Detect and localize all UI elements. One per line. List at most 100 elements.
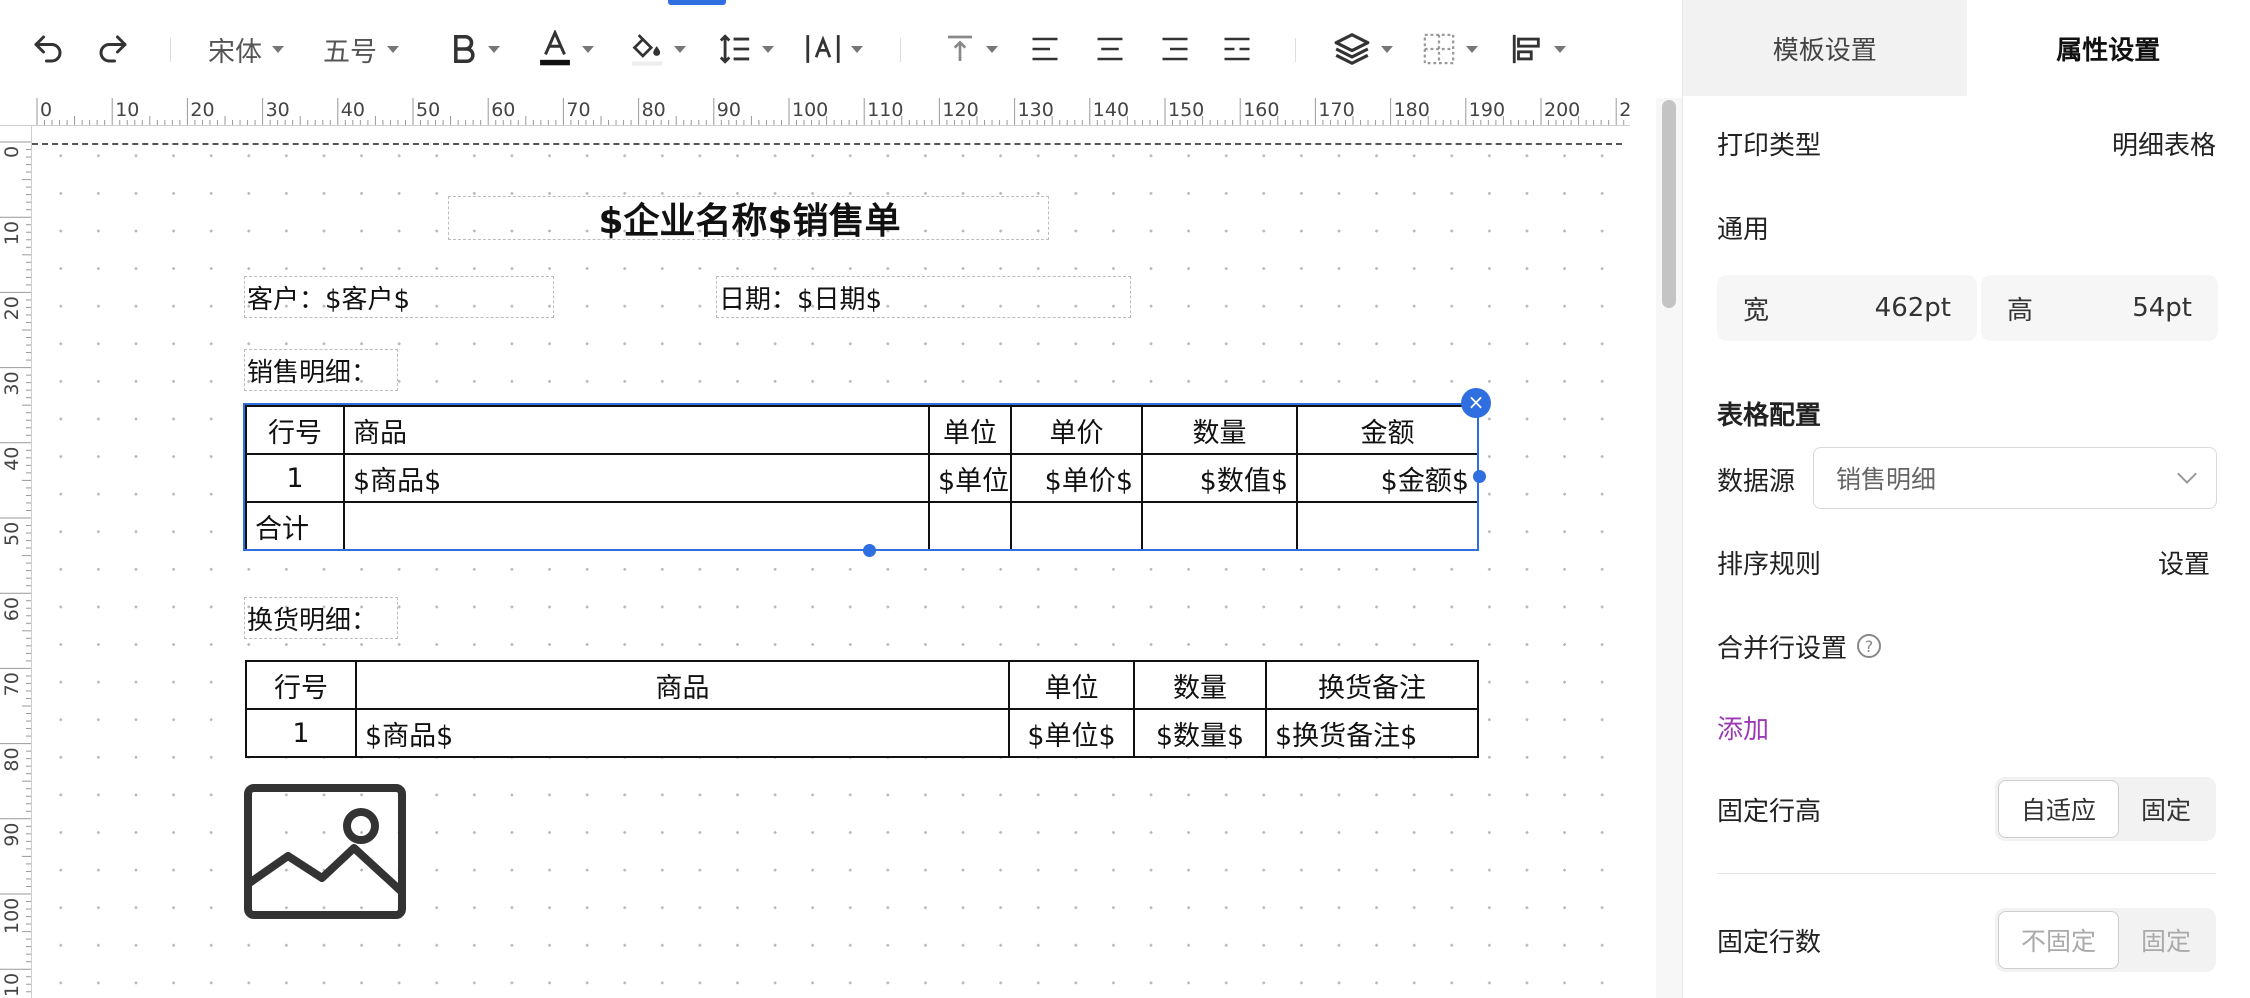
table-cell[interactable]: 1 bbox=[245, 453, 345, 503]
ruler-label: 90 bbox=[717, 99, 741, 121]
sort-rule-row: 排序规则 设置 bbox=[1717, 543, 2210, 581]
undo-icon bbox=[34, 35, 62, 63]
table-cell[interactable]: 1 bbox=[245, 708, 357, 758]
paint-bucket-icon bbox=[631, 34, 663, 66]
align-justify-button[interactable] bbox=[1222, 26, 1252, 72]
exchange-detail-table[interactable]: 行号 商品 单位 数量 换货备注 1 $商品$ $单位$ $数量$ $换货备注$ bbox=[245, 660, 1479, 758]
table-cell[interactable]: $单位$ bbox=[1008, 708, 1135, 758]
doc-title-field[interactable]: $企业名称$销售单 bbox=[448, 196, 1049, 242]
ruler-label: 110 bbox=[1, 973, 23, 998]
row-height-auto-option[interactable]: 自适应 bbox=[1998, 780, 2120, 838]
general-section-label: 通用 bbox=[1717, 214, 1770, 245]
canvas-scrollbar[interactable] bbox=[1656, 98, 1682, 998]
table-cell[interactable]: $单位$ bbox=[928, 453, 1012, 503]
ruler-label: 160 bbox=[1243, 99, 1279, 121]
design-canvas[interactable]: $企业名称$销售单 客户：$客户$ 日期：$日期$ 销售明细： 行号 商品 单位… bbox=[32, 127, 1630, 998]
row-count-fixed-option[interactable]: 固定 bbox=[2119, 911, 2213, 969]
bold-button[interactable] bbox=[450, 26, 500, 72]
tab-property-settings[interactable]: 属性设置 bbox=[1966, 0, 2250, 96]
table-cell[interactable]: $数值$ bbox=[1141, 453, 1298, 503]
table-cell[interactable]: $金额$ bbox=[1296, 453, 1479, 503]
height-value: 54pt bbox=[2132, 293, 2192, 323]
table-header-cell[interactable]: 金额 bbox=[1296, 405, 1479, 455]
font-family-select[interactable]: 宋体 bbox=[208, 26, 284, 72]
table-header-cell[interactable]: 商品 bbox=[343, 405, 930, 455]
font-color-button[interactable] bbox=[538, 26, 594, 72]
fill-color-button[interactable] bbox=[630, 26, 686, 72]
ruler-label: 150 bbox=[1168, 99, 1204, 121]
panel-tabs: 模板设置 属性设置 bbox=[1683, 0, 2250, 96]
table-cell[interactable] bbox=[1296, 501, 1479, 551]
valign-top-button[interactable] bbox=[944, 26, 998, 72]
date-field[interactable]: 日期：$日期$ bbox=[716, 276, 1131, 318]
table-header-cell[interactable]: 单位 bbox=[928, 405, 1012, 455]
letter-spacing-button[interactable] bbox=[805, 26, 863, 72]
arrange-button[interactable] bbox=[1510, 26, 1566, 72]
table-cell[interactable] bbox=[1141, 501, 1298, 551]
height-field[interactable]: 高 54pt bbox=[1981, 275, 2218, 341]
align-left-button[interactable] bbox=[1030, 26, 1060, 72]
help-icon[interactable]: ? bbox=[1857, 634, 1882, 658]
align-center-button[interactable] bbox=[1095, 26, 1125, 72]
sales-detail-table[interactable]: 行号 商品 单位 单价 数量 金额 1 $商品$ $单位$ $单价$ $数值$ … bbox=[245, 405, 1479, 551]
table-cell[interactable]: $数量$ bbox=[1133, 708, 1267, 758]
undo-button[interactable] bbox=[30, 26, 66, 72]
add-merge-link[interactable]: 添加 bbox=[1717, 709, 1769, 746]
delete-selection-button[interactable]: × bbox=[1461, 388, 1491, 418]
table-cell[interactable]: $换货备注$ bbox=[1265, 708, 1479, 758]
table-cell[interactable]: 合计 bbox=[245, 501, 345, 551]
table-header-cell[interactable]: 换货备注 bbox=[1265, 660, 1479, 710]
table-header-cell[interactable]: 数量 bbox=[1141, 405, 1298, 455]
align-top-icon bbox=[948, 35, 972, 61]
merge-row-settings-row: 合并行设置 ? bbox=[1717, 627, 2216, 665]
fixed-row-count-label: 固定行数 bbox=[1717, 927, 1822, 958]
fixed-row-count-row: 固定行数 bbox=[1717, 921, 1821, 959]
ruler-label: 200 bbox=[1544, 99, 1580, 121]
ruler-label: 40 bbox=[1, 447, 23, 471]
table-header-cell[interactable]: 单位 bbox=[1008, 660, 1135, 710]
table-header-cell[interactable]: 商品 bbox=[355, 660, 1010, 710]
ruler-label: 120 bbox=[942, 99, 978, 121]
redo-button[interactable] bbox=[95, 26, 131, 72]
width-field[interactable]: 宽 462pt bbox=[1717, 275, 1977, 341]
table-row: 1 $商品$ $单位$ $单价$ $数值$ $金额$ bbox=[245, 453, 1479, 503]
ruler-label: 100 bbox=[792, 99, 828, 121]
table-cell[interactable] bbox=[1010, 501, 1143, 551]
toolbar: 宋体 五号 bbox=[0, 0, 1682, 98]
font-size-select[interactable]: 五号 bbox=[323, 26, 399, 72]
layer-button[interactable] bbox=[1333, 26, 1393, 72]
line-height-button[interactable] bbox=[718, 26, 774, 72]
table-cell[interactable]: $商品$ bbox=[343, 453, 930, 503]
table-header-cell[interactable]: 数量 bbox=[1133, 660, 1267, 710]
merge-row-label: 合并行设置 bbox=[1717, 633, 1848, 664]
border-button[interactable] bbox=[1422, 26, 1478, 72]
table-header-cell[interactable]: 行号 bbox=[245, 660, 357, 710]
resize-handle-bottom[interactable] bbox=[863, 544, 876, 557]
width-value: 462pt bbox=[1874, 293, 1951, 323]
datasource-select[interactable]: 销售明细 bbox=[1813, 447, 2217, 509]
table-cell[interactable]: $单价$ bbox=[1010, 453, 1143, 503]
sales-detail-label[interactable]: 销售明细： bbox=[244, 349, 398, 391]
font-size-value: 五号 bbox=[323, 36, 377, 68]
print-type-value: 明细表格 bbox=[2111, 130, 2216, 161]
align-right-button[interactable] bbox=[1160, 26, 1190, 72]
ruler-label: 80 bbox=[1, 747, 23, 771]
sort-settings-link[interactable]: 设置 bbox=[2158, 544, 2210, 581]
row-count-unfixed-option[interactable]: 不固定 bbox=[1998, 911, 2120, 969]
scrollbar-thumb[interactable] bbox=[1662, 100, 1676, 308]
table-cell[interactable] bbox=[928, 501, 1012, 551]
chevron-down-icon bbox=[1381, 45, 1393, 53]
image-placeholder-icon[interactable] bbox=[244, 784, 406, 919]
table-cell[interactable] bbox=[343, 501, 930, 551]
table-header-cell[interactable]: 单价 bbox=[1010, 405, 1143, 455]
tab-template-settings[interactable]: 模板设置 bbox=[1683, 0, 1967, 96]
exchange-detail-label[interactable]: 换货明细： bbox=[244, 597, 398, 639]
customer-field[interactable]: 客户：$客户$ bbox=[244, 276, 554, 318]
row-height-fixed-option[interactable]: 固定 bbox=[2119, 780, 2213, 838]
table-cell[interactable]: $商品$ bbox=[355, 708, 1010, 758]
table-header-cell[interactable]: 行号 bbox=[245, 405, 345, 455]
add-merge-row: 添加 bbox=[1717, 708, 2216, 746]
sort-rule-label: 排序规则 bbox=[1717, 549, 1822, 580]
resize-handle-right[interactable] bbox=[1473, 470, 1486, 483]
letter-spacing-icon bbox=[806, 35, 840, 63]
